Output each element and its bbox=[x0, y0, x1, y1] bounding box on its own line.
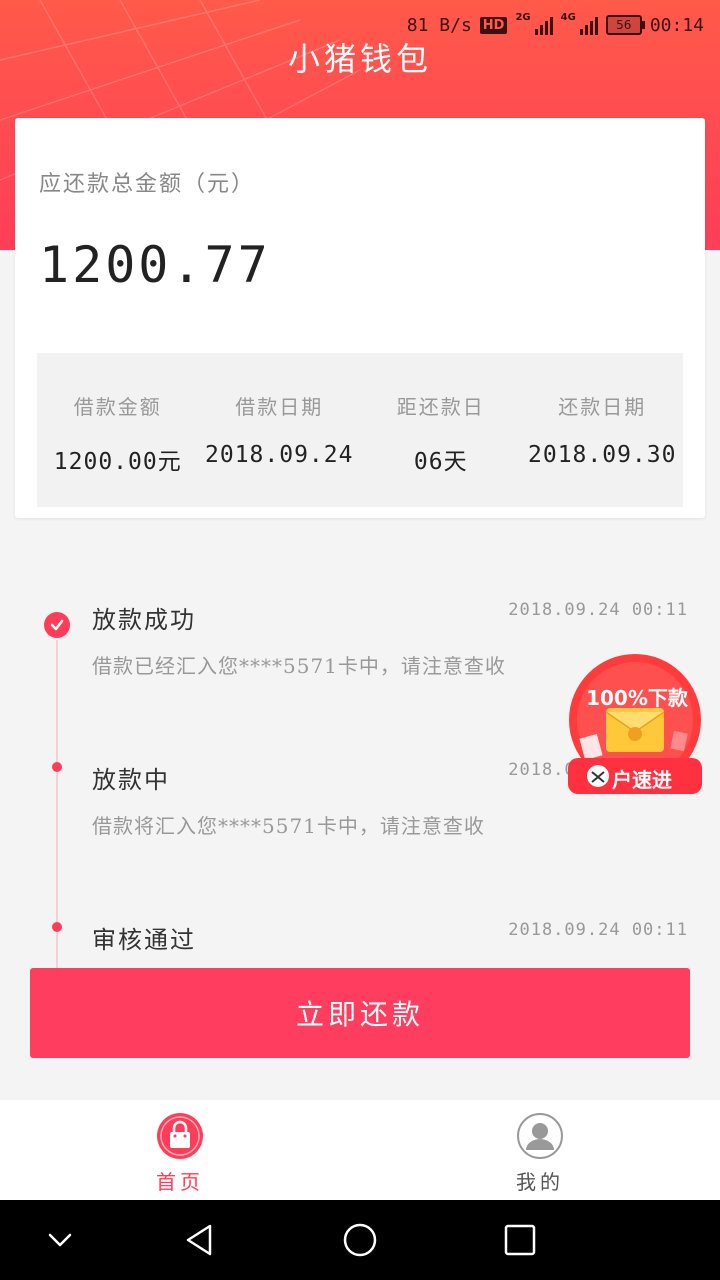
detail-label: 距还款日 bbox=[396, 395, 485, 419]
due-date-cell: 还款日期 2018.09.30 bbox=[522, 353, 684, 507]
bottom-tab-bar: 首页 我的 bbox=[0, 1100, 720, 1200]
detail-label: 借款金额 bbox=[73, 395, 162, 419]
total-due-amount: 1200.77 bbox=[39, 236, 271, 294]
shopping-bag-icon bbox=[157, 1113, 203, 1159]
timeline-desc: 借款将汇入您****5571卡中，请注意查收 bbox=[92, 814, 485, 838]
detail-value: 2018.09.30 bbox=[528, 442, 677, 468]
signal-icon bbox=[534, 15, 553, 35]
loan-amount-cell: 借款金额 1200.00元 bbox=[37, 353, 199, 507]
timeline-time: 2018.09.24 00:11 bbox=[508, 920, 688, 940]
detail-value: 06天 bbox=[413, 449, 468, 475]
tab-label: 我的 bbox=[516, 1170, 564, 1194]
back-chevron-icon[interactable] bbox=[40, 1220, 80, 1260]
recents-square-icon[interactable] bbox=[500, 1220, 540, 1260]
battery-level: 56 bbox=[616, 18, 632, 32]
detail-value: 2018.09.24 bbox=[205, 442, 354, 468]
ad-subline: 户速进 bbox=[612, 768, 672, 792]
timeline-title: 放款成功 bbox=[92, 606, 196, 634]
system-nav-bar bbox=[0, 1200, 720, 1280]
tab-profile[interactable]: 我的 bbox=[360, 1100, 720, 1200]
network-type-2g: 2G bbox=[515, 12, 531, 23]
tab-label: 首页 bbox=[156, 1170, 204, 1194]
user-profile-icon bbox=[517, 1113, 563, 1159]
ad-headline: 100%下款 bbox=[586, 686, 688, 710]
app-title: 小猪钱包 bbox=[287, 40, 432, 78]
loan-details-panel: 借款金额 1200.00元 借款日期 2018.09.24 距还款日 06天 还… bbox=[37, 353, 683, 507]
timeline-dot bbox=[52, 762, 62, 772]
home-circle-icon[interactable] bbox=[340, 1220, 380, 1260]
timeline-time: 2018.09.24 00:11 bbox=[508, 600, 688, 620]
repay-now-button[interactable]: 立即还款 bbox=[30, 968, 690, 1058]
triangle-back-icon[interactable] bbox=[180, 1220, 220, 1260]
floating-ad-badge[interactable]: 100%下款 户速进 bbox=[564, 648, 706, 798]
repayment-summary-card: 应还款总金额（元） 1200.77 借款金额 1200.00元 借款日期 201… bbox=[15, 118, 705, 518]
hd-badge: HD bbox=[479, 16, 508, 34]
detail-label: 借款日期 bbox=[235, 395, 324, 419]
signal-icon bbox=[579, 15, 598, 35]
timeline-title: 放款中 bbox=[92, 766, 170, 794]
detail-label: 还款日期 bbox=[558, 395, 647, 419]
network-type-4g: 4G bbox=[560, 12, 576, 23]
loan-date-cell: 借款日期 2018.09.24 bbox=[199, 353, 361, 507]
check-icon bbox=[44, 612, 70, 638]
clock: 00:14 bbox=[649, 14, 704, 36]
timeline-dot bbox=[52, 922, 62, 932]
total-due-label: 应还款总金额（元） bbox=[39, 172, 256, 197]
timeline-title: 审核通过 bbox=[92, 926, 196, 954]
timeline-desc: 借款已经汇入您****5571卡中，请注意查收 bbox=[92, 654, 506, 678]
network-speed: 81 B/s bbox=[406, 14, 472, 36]
battery-icon: 56 bbox=[605, 15, 645, 35]
tab-home[interactable]: 首页 bbox=[0, 1100, 360, 1200]
timeline-connector bbox=[56, 640, 58, 970]
days-left-cell: 距还款日 06天 bbox=[360, 353, 522, 507]
detail-value: 1200.00元 bbox=[53, 449, 182, 475]
